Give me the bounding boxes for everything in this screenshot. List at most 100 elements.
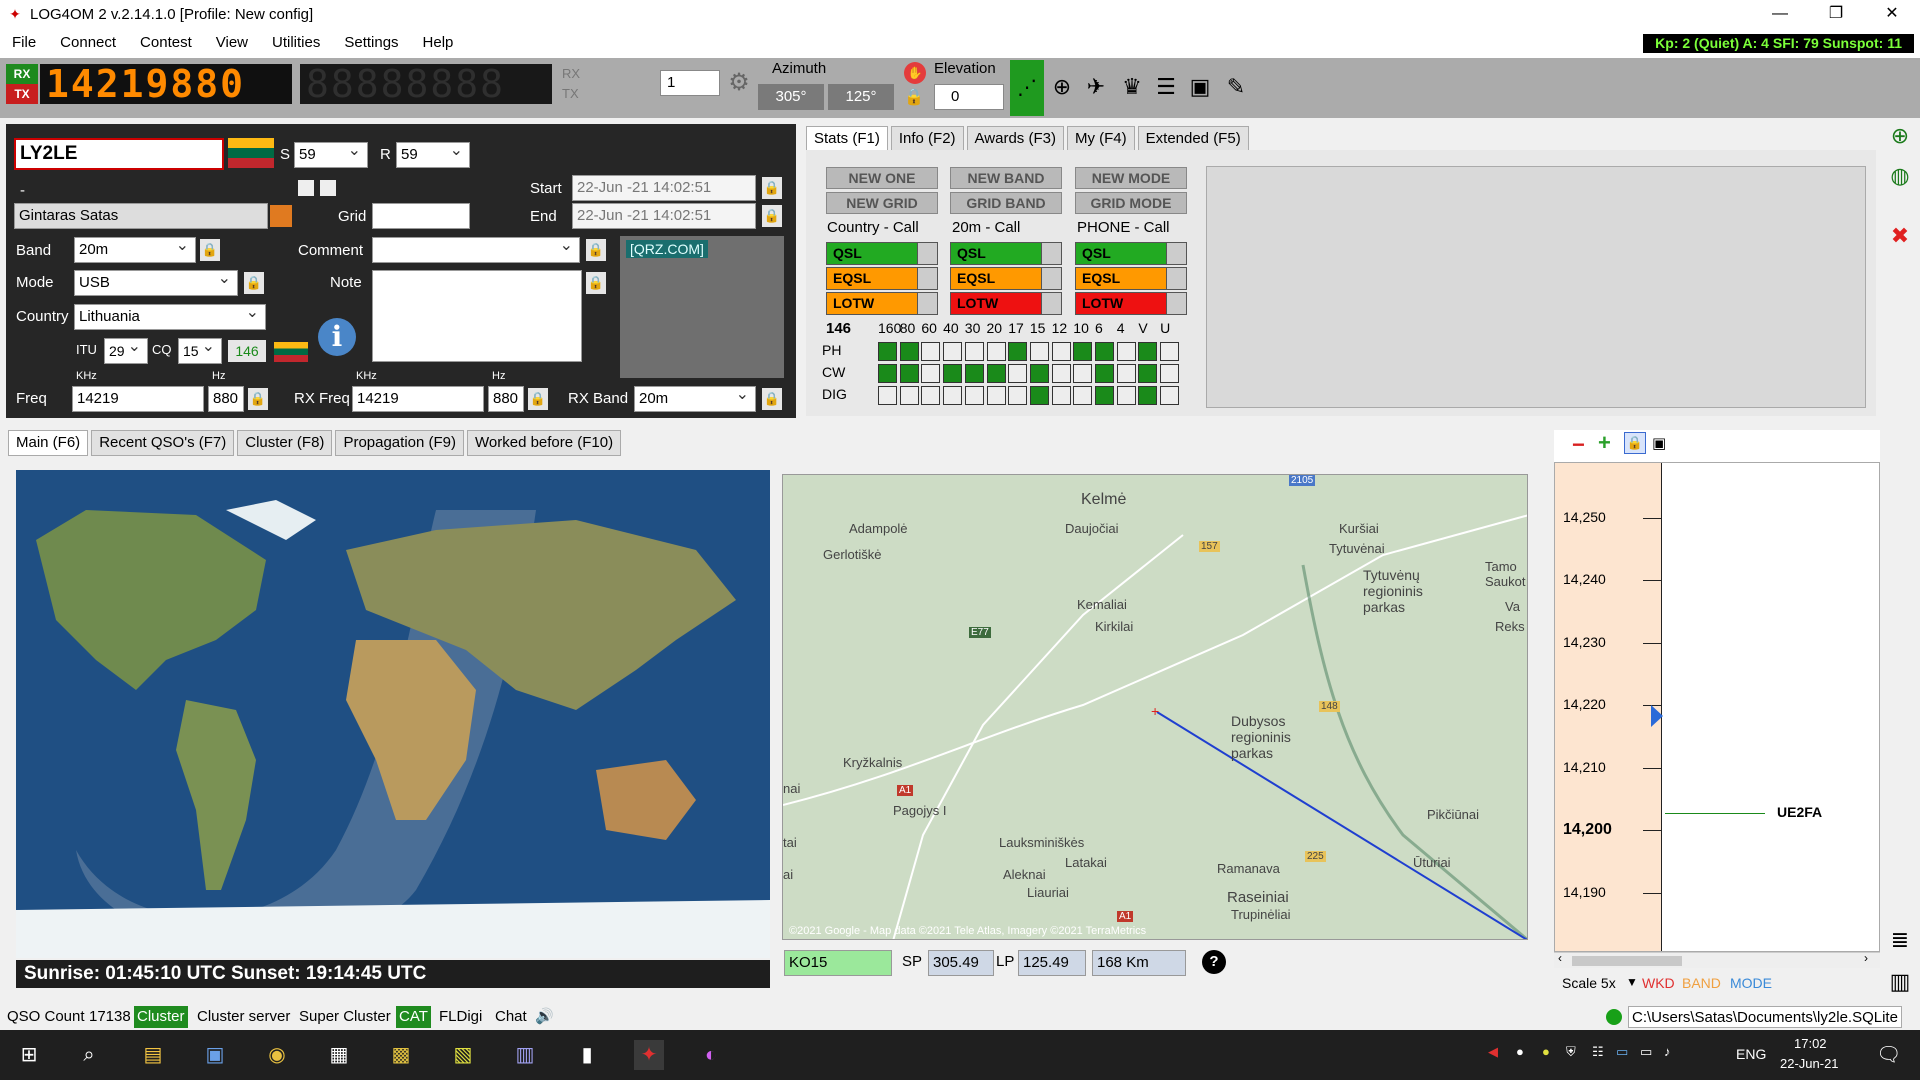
app-mmsstv-icon[interactable]: ▥ [510,1040,540,1070]
rxband-select[interactable]: 20m [634,383,756,412]
crown-icon[interactable]: ♛ [1118,74,1146,100]
scroll-left-icon[interactable]: ‹ [1558,951,1562,965]
new-mode-button[interactable]: NEW MODE [1075,167,1187,189]
callsign-input[interactable]: LY2LE [14,138,224,170]
tab-recent-qsos[interactable]: Recent QSO's (F7) [91,430,235,456]
menu-help[interactable]: Help [411,28,466,58]
tab-propagation[interactable]: Propagation (F9) [335,430,464,456]
comment-lock-icon[interactable]: 🔒 [586,239,606,261]
cat-status[interactable]: CAT [396,1006,431,1028]
minimize-button[interactable]: — [1752,0,1808,28]
freq-hz-input[interactable]: 880 [208,386,244,412]
menu-settings[interactable]: Settings [332,28,410,58]
lock-icon[interactable]: 🔒 [904,88,924,108]
spot-callsign[interactable]: UE2FA [1777,804,1822,820]
band-lock-icon[interactable]: 🔒 [200,239,220,261]
database-path[interactable]: C:\Users\Satas\Documents\ly2le.SQLite [1628,1006,1902,1028]
app-color-icon[interactable]: ◐ [696,1040,726,1070]
stop-rotator-icon[interactable]: ✋ [904,62,926,84]
menu-file[interactable]: File [0,28,48,58]
name-input[interactable]: Gintaras Satas [14,203,268,229]
rxfreq-khz-input[interactable]: 14219 [352,386,484,412]
app-sv-icon[interactable]: ▦ [324,1040,354,1070]
tab-my[interactable]: My (F4) [1066,126,1135,152]
chat-status[interactable]: Chat [492,1006,530,1028]
tab-worked-before[interactable]: Worked before (F10) [467,430,622,456]
tray-shield-icon[interactable]: ⛨ [1566,1044,1576,1060]
bandmap-scale[interactable]: Scale 5x [1562,975,1616,991]
itu-select[interactable]: 29 [104,335,148,364]
azimuth-sp[interactable]: 305° [758,84,824,110]
new-band-button[interactable]: NEW BAND [950,167,1062,189]
grid-band-button[interactable]: GRID BAND [950,192,1062,214]
qso-path-map[interactable]: + Kelmė Adampolė Daujočiai Gerlotiškė Ku… [782,474,1528,940]
globe-icon[interactable]: ⊕ [1048,74,1076,100]
freq-lock-icon[interactable]: 🔒 [248,388,268,410]
band-map[interactable]: 14,26014,25014,24014,23014,22014,21014,2… [1554,462,1880,952]
chrome-icon[interactable]: ◉ [262,1040,292,1070]
checkbox-1[interactable] [298,180,314,196]
cluster-status[interactable]: Cluster [134,1006,188,1028]
gear-icon[interactable]: ⚙ [726,70,752,96]
world-greyline-map[interactable] [16,470,770,958]
end-time-input[interactable]: 22-Jun -21 14:02:51 [572,203,756,229]
tab-main[interactable]: Main (F6) [8,430,89,456]
restore-button[interactable]: ❐ [1808,0,1864,28]
tab-extended[interactable]: Extended (F5) [1137,126,1249,152]
fldigi-status[interactable]: FLDigi [436,1006,485,1028]
mode-lock-icon[interactable]: 🔒 [244,272,264,294]
qrz-link[interactable]: [QRZ.COM] [626,240,708,258]
comment-select[interactable] [372,234,580,263]
search-icon[interactable]: ⌕ [74,1040,104,1070]
rst-sent-select[interactable]: 59 [294,139,368,168]
menu-utilities[interactable]: Utilities [260,28,332,58]
note-lock-icon[interactable]: 🔒 [586,272,606,294]
end-lock-icon[interactable]: 🔒 [762,205,782,227]
rxfreq-hz-input[interactable]: 880 [488,386,524,412]
grid-input[interactable] [372,203,470,229]
checkbox-2[interactable] [320,180,336,196]
pen-icon[interactable]: ✎ [1222,74,1250,100]
app-wintest-icon[interactable]: ▩ [386,1040,416,1070]
scroll-thumb[interactable] [1572,956,1682,966]
language-indicator[interactable]: ENG [1736,1046,1766,1062]
add-circle-icon[interactable]: ⊕ [1886,122,1914,150]
bandmap-lock-icon[interactable]: 🔒 [1624,432,1646,454]
tab-stats[interactable]: Stats (F1) [806,126,888,152]
clock-date[interactable]: 22-Jun-21 [1780,1056,1839,1071]
note-textarea[interactable] [372,270,582,362]
super-cluster-status[interactable]: Super Cluster [296,1006,394,1028]
speaker-icon[interactable]: 🔊 [532,1006,557,1028]
new-one-button[interactable]: NEW ONE [826,167,938,189]
bar-chart-icon[interactable]: ▥ [1886,968,1914,996]
close-button[interactable]: ✕ [1864,0,1920,28]
list-icon[interactable]: ≣ [1886,926,1914,954]
mode-filter[interactable]: MODE [1730,975,1772,991]
log4om-taskbar-icon[interactable]: ✦ [634,1040,664,1070]
radio-spinner[interactable]: 1 [660,70,720,96]
elevation-input[interactable]: 0 [934,84,1004,110]
save-app-icon[interactable]: ▣ [200,1040,230,1070]
tray-speaker-red-icon[interactable]: ◀ [1488,1044,1498,1060]
locator-field[interactable]: KO15 [784,950,892,976]
file-explorer-icon[interactable]: ▤ [138,1040,168,1070]
rst-rcvd-select[interactable]: 59 [396,139,470,168]
zoom-in-icon[interactable]: + [1598,432,1611,454]
band-filter[interactable]: BAND [1682,975,1721,991]
help-icon[interactable]: ? [1202,950,1226,974]
zoom-out-icon[interactable]: − [1572,434,1585,456]
delete-x-icon[interactable]: ✖ [1886,222,1914,250]
windows-start-icon[interactable]: ⊞ [14,1040,44,1070]
country-select[interactable]: Lithuania [74,301,266,330]
menu-view[interactable]: View [204,28,260,58]
tray-network-icon[interactable]: ☷ [1592,1044,1604,1060]
tab-awards[interactable]: Awards (F3) [966,126,1064,152]
rxband-lock-icon[interactable]: 🔒 [762,388,782,410]
globe-circle-icon[interactable]: ◍ [1886,162,1914,190]
start-time-input[interactable]: 22-Jun -21 14:02:51 [572,175,756,201]
wkd-filter[interactable]: WKD [1642,975,1675,991]
mode-select[interactable]: USB [74,267,238,296]
new-grid-button[interactable]: NEW GRID [826,192,938,214]
grid-mode-button[interactable]: GRID MODE [1075,192,1187,214]
satellite-icon[interactable]: ✈ [1082,74,1110,100]
